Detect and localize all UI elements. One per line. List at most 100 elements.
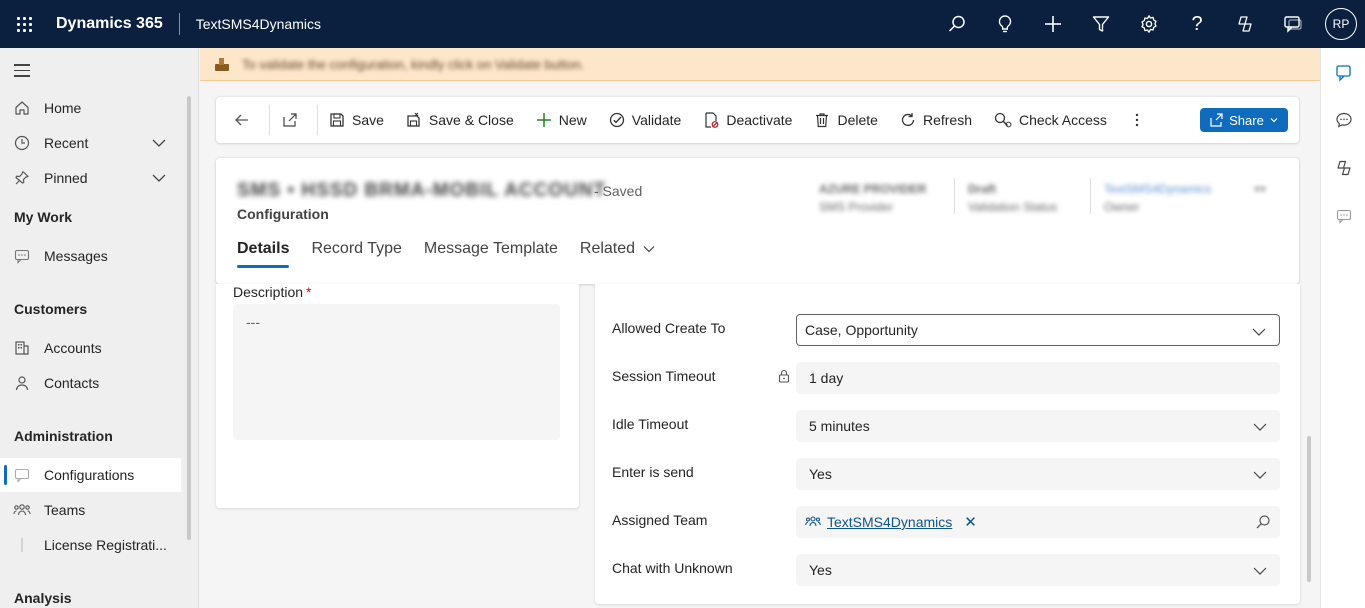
user-avatar[interactable]: RP	[1325, 8, 1357, 40]
session-timeout-field: 1 day	[796, 362, 1280, 394]
tab-message-template[interactable]: Message Template	[424, 240, 558, 270]
lock-icon	[778, 369, 790, 383]
nav-item-pinned[interactable]: Pinned	[0, 161, 181, 195]
share-label: Share	[1229, 112, 1264, 128]
home-icon	[0, 100, 44, 116]
nav-item-label: Pinned	[44, 170, 88, 186]
chat-icon[interactable]	[1269, 0, 1317, 48]
description-label: Description *	[233, 284, 311, 300]
field-label: Allowed Create To	[612, 320, 726, 336]
pop-out-icon	[283, 113, 297, 127]
divider	[1090, 178, 1091, 214]
help-icon[interactable]: ?	[1173, 0, 1221, 48]
nav-item-contacts[interactable]: Contacts	[0, 366, 181, 400]
remove-tag-icon[interactable]: ✕	[964, 513, 977, 531]
nav-item-teams[interactable]: Teams	[0, 493, 181, 527]
license-icon	[0, 537, 44, 553]
description-field[interactable]: ---	[233, 304, 560, 440]
search-icon[interactable]	[933, 0, 981, 48]
new-button[interactable]: New	[525, 97, 598, 143]
filter-icon[interactable]	[1077, 0, 1125, 48]
field-enter-is-send: Enter is send Yes	[595, 458, 1300, 491]
left-navigation: Home Recent Pinned My Work Messages Cust…	[0, 48, 199, 608]
nav-scrollbar[interactable]	[187, 96, 191, 540]
search-icon[interactable]	[1255, 514, 1271, 530]
brand-title[interactable]: Dynamics 365	[56, 15, 163, 33]
tab-record-type[interactable]: Record Type	[311, 240, 401, 270]
share-button[interactable]: Share	[1200, 108, 1288, 132]
app-name[interactable]: TextSMS4Dynamics	[196, 16, 321, 32]
gear-icon[interactable]	[1125, 0, 1173, 48]
deactivate-button[interactable]: Deactivate	[692, 97, 803, 143]
nav-section-header: Analysis	[14, 590, 72, 606]
more-commands-button[interactable]	[1118, 97, 1163, 143]
chevron-down-icon	[1270, 118, 1278, 123]
enter-is-send-select[interactable]: Yes	[796, 458, 1280, 490]
hamburger-menu-icon[interactable]	[14, 64, 30, 81]
share-icon	[1210, 113, 1223, 127]
nav-section-header: My Work	[14, 209, 73, 225]
assigned-team-link[interactable]: TextSMS4Dynamics	[805, 514, 952, 530]
check-access-button[interactable]: Check Access	[983, 97, 1118, 143]
chat-pane-icon[interactable]	[1321, 53, 1365, 93]
refresh-button[interactable]: Refresh	[889, 97, 983, 143]
header-field-value: AZURE PROVIDER	[819, 182, 927, 196]
top-bar: Dynamics 365 TextSMS4Dynamics ? RP	[0, 0, 1365, 48]
deactivate-icon	[705, 112, 719, 128]
delete-button[interactable]: Delete	[803, 97, 888, 143]
trash-icon	[816, 113, 829, 128]
field-value: 5 minutes	[809, 418, 870, 434]
back-arrow-icon	[235, 114, 248, 126]
tab-details[interactable]: Details	[237, 240, 290, 270]
back-button[interactable]	[216, 97, 269, 143]
open-in-new-window-button[interactable]	[270, 97, 317, 143]
nav-item-home[interactable]: Home	[0, 91, 181, 125]
tab-related[interactable]: Related	[580, 240, 656, 270]
header-field-owner[interactable]: TextSMS4Dynamics Owner	[1104, 180, 1211, 216]
header-field-value[interactable]: TextSMS4Dynamics	[1104, 180, 1211, 198]
description-label-text: Description	[233, 284, 304, 300]
required-indicator: *	[306, 284, 312, 300]
nav-item-messages[interactable]: Messages	[0, 239, 181, 273]
allowed-create-to-select[interactable]: Case, Opportunity	[796, 314, 1280, 346]
idle-timeout-select[interactable]: 5 minutes	[796, 410, 1280, 442]
nav-item-label: Messages	[44, 248, 108, 264]
copilot-icon[interactable]	[1221, 0, 1269, 48]
field-idle-timeout: Idle Timeout 5 minutes	[595, 410, 1300, 443]
save-and-close-button[interactable]: Save & Close	[395, 97, 525, 143]
divider	[954, 178, 955, 214]
app-launcher-button[interactable]	[0, 0, 48, 48]
header-expand-icon[interactable]: ▾▾	[1254, 182, 1266, 196]
comment-icon[interactable]	[1321, 100, 1365, 140]
deactivate-label: Deactivate	[726, 112, 793, 128]
nav-item-license-registration[interactable]: License Registrati...	[0, 528, 181, 562]
field-label: Assigned Team	[612, 512, 708, 528]
chevron-down-icon	[1253, 471, 1267, 479]
header-field-label: Owner	[1104, 200, 1140, 214]
nav-item-configurations[interactable]: Configurations	[0, 458, 181, 492]
field-session-timeout: Session Timeout 1 day	[595, 362, 1300, 395]
validate-button[interactable]: Validate	[598, 97, 693, 143]
message-icon[interactable]	[1321, 196, 1365, 236]
field-label: Enter is send	[612, 464, 694, 480]
chevron-down-icon[interactable]	[151, 170, 167, 186]
command-bar: Save Save & Close New Validate Deactivat…	[216, 97, 1299, 143]
chevron-down-icon	[1252, 328, 1266, 336]
nav-item-recent[interactable]: Recent	[0, 126, 181, 160]
assigned-team-lookup[interactable]: TextSMS4Dynamics ✕	[796, 506, 1280, 538]
header-field-provider: AZURE PROVIDER SMS Provider	[819, 180, 926, 216]
nav-item-label: Configurations	[44, 467, 135, 483]
save-button[interactable]: Save	[318, 97, 395, 143]
nav-item-accounts[interactable]: Accounts	[0, 331, 181, 365]
copilot-icon[interactable]	[1321, 148, 1365, 188]
field-label: Session Timeout	[612, 368, 716, 384]
main-scrollbar[interactable]	[1307, 436, 1311, 582]
header-field-value: Draft	[968, 182, 997, 196]
lightbulb-icon[interactable]	[981, 0, 1029, 48]
form-tabs: Details Record Type Message Template Rel…	[237, 240, 678, 270]
plus-icon[interactable]	[1029, 0, 1077, 48]
field-value: TextSMS4Dynamics	[827, 514, 953, 530]
chevron-down-icon[interactable]	[151, 135, 167, 151]
field-value: Yes	[809, 466, 832, 482]
chat-with-unknown-select[interactable]: Yes	[796, 554, 1280, 586]
